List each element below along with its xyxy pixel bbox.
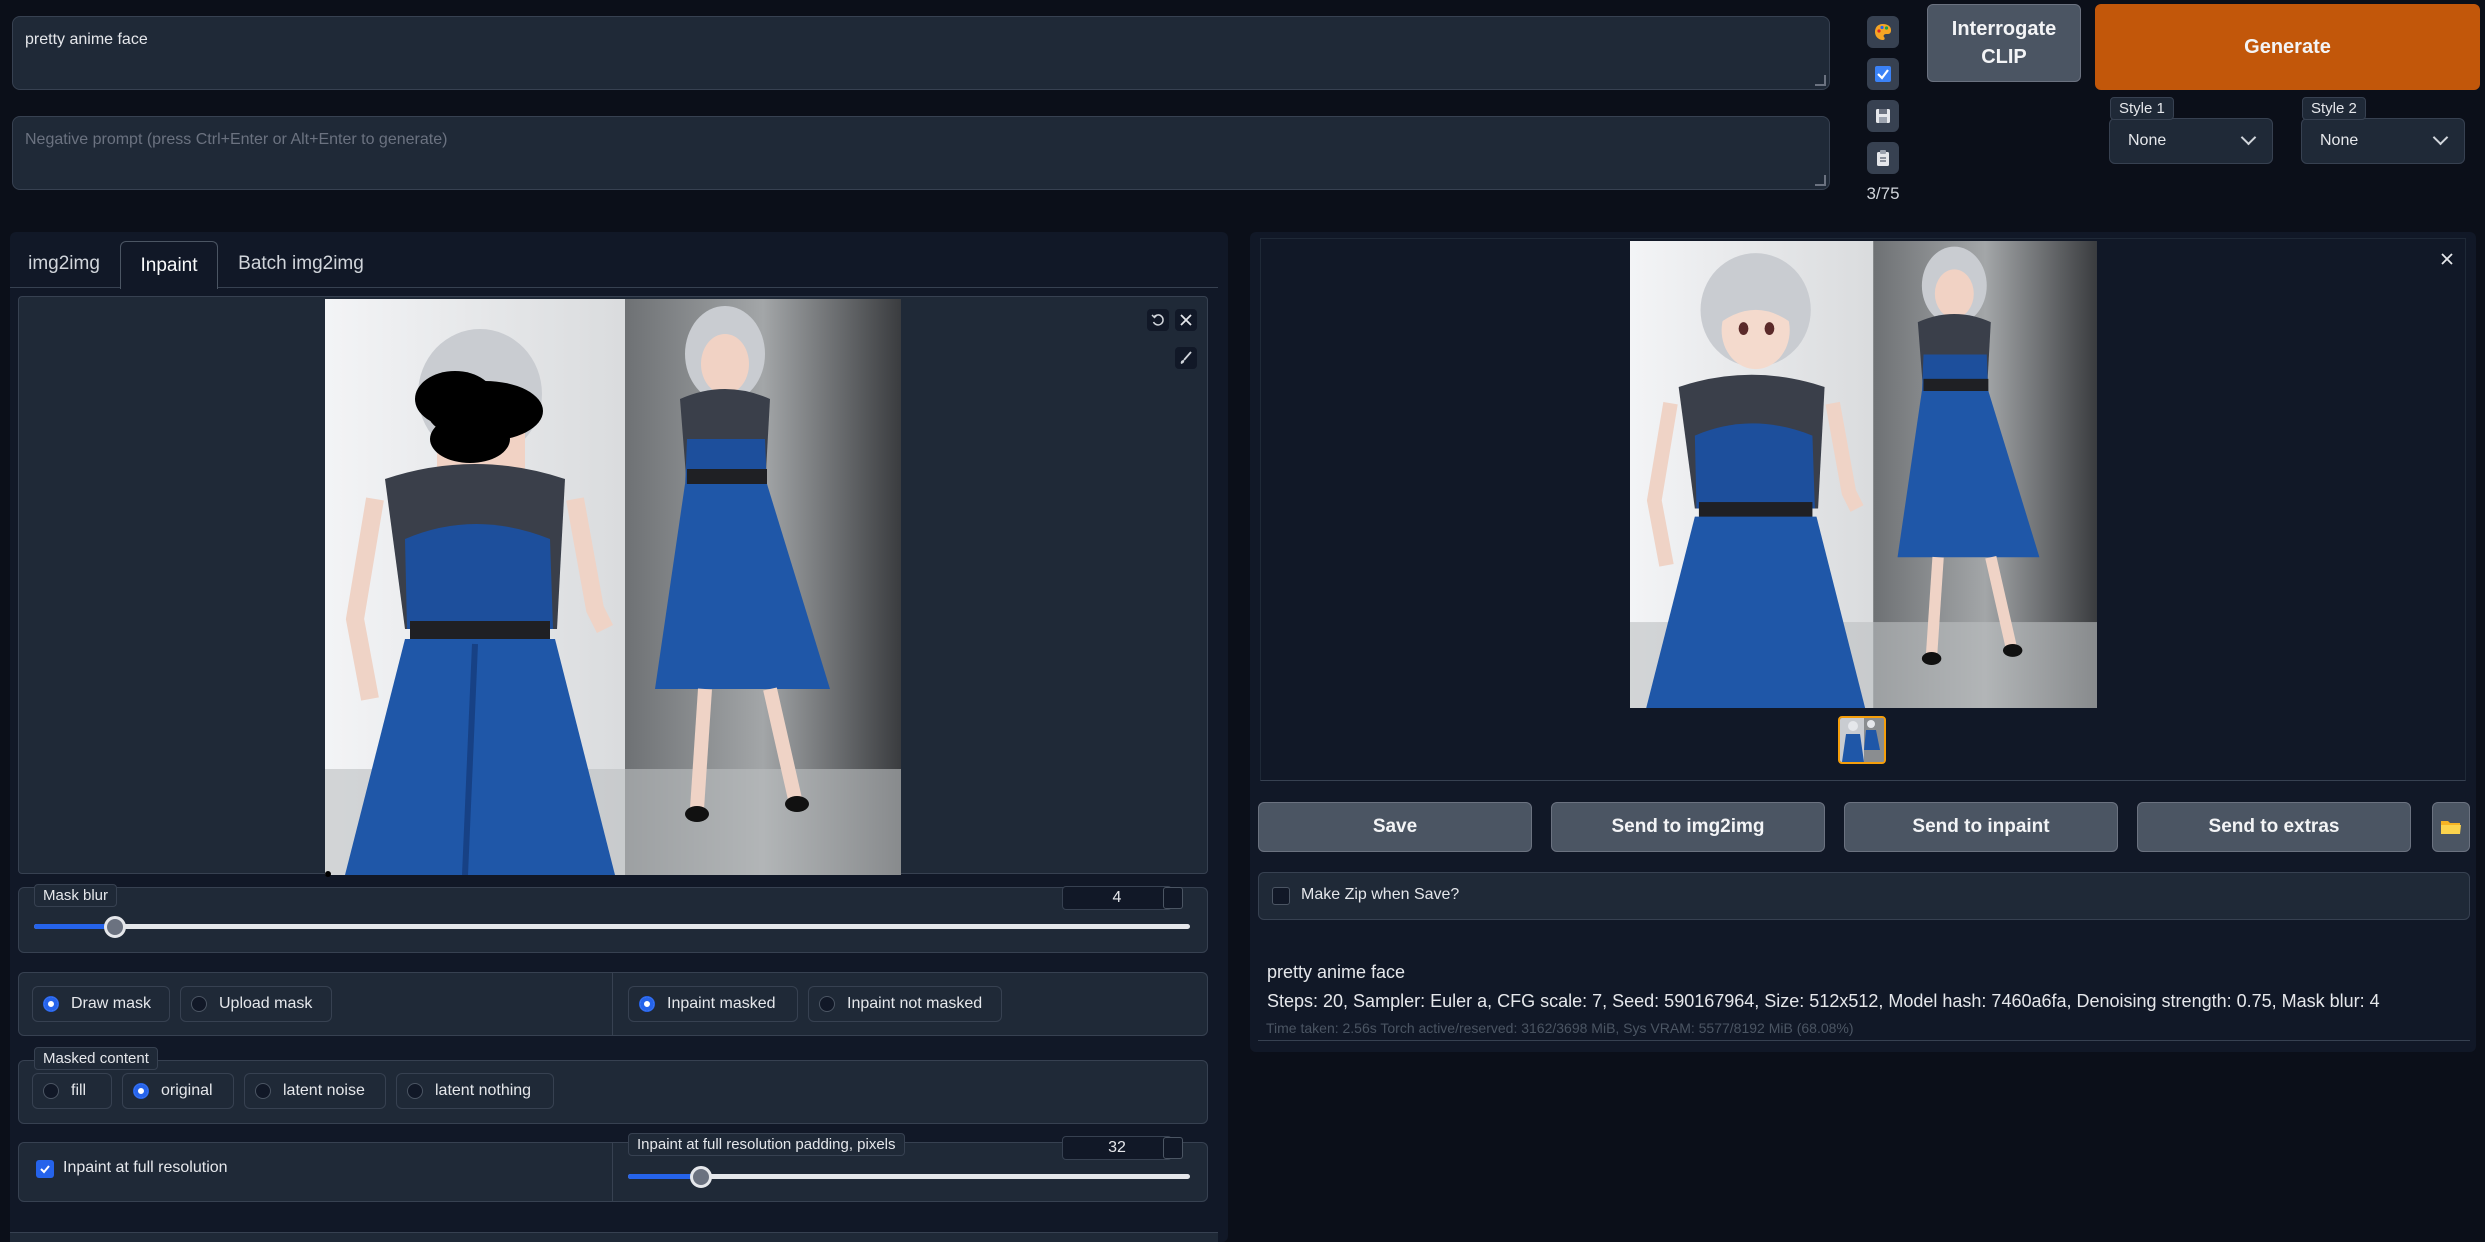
radio-label: Inpaint masked (667, 995, 776, 1012)
clipboard-icon (1877, 150, 1889, 166)
padding-spinner[interactable] (1163, 1137, 1183, 1159)
send-to-img2img-button[interactable]: Send to img2img (1551, 802, 1825, 852)
folder-icon (2441, 821, 2461, 834)
resize-handle-icon[interactable] (1815, 175, 1826, 186)
padding-slider-thumb[interactable] (690, 1166, 713, 1188)
token-counter: 3/75 (1866, 184, 1900, 203)
style1-select[interactable]: None (2109, 118, 2273, 164)
full-res-label: Inpaint at full resolution (63, 1159, 228, 1176)
style1-label: Style 1 (2110, 97, 2174, 120)
output-params-text: Steps: 20, Sampler: Euler a, CFG scale: … (1267, 991, 2380, 1011)
tab-img2img[interactable]: img2img (14, 241, 114, 287)
brush-icon (1180, 351, 1192, 364)
radio-indicator (255, 1083, 271, 1099)
radio-latent-noise[interactable]: latent noise (244, 1073, 386, 1109)
output-image[interactable] (1630, 241, 2097, 708)
radio-label: latent noise (283, 1082, 365, 1099)
radio-inpaint-masked[interactable]: Inpaint masked (628, 986, 798, 1022)
radio-label: latent nothing (435, 1082, 532, 1099)
save-style-button[interactable] (1867, 100, 1899, 132)
padding-label: Inpaint at full resolution padding, pixe… (628, 1133, 905, 1156)
undo-icon (1151, 314, 1164, 326)
palette-icon (1875, 24, 1891, 40)
interrogate-clip-button[interactable]: Interrogate CLIP (1927, 4, 2081, 82)
mask-blur-slider-thumb[interactable] (103, 916, 126, 938)
close-icon (1180, 314, 1192, 326)
clear-image-button[interactable] (1175, 309, 1197, 331)
prompt-text: pretty anime face (25, 31, 148, 48)
radio-indicator (43, 1083, 59, 1099)
checkbox-icon (1875, 66, 1891, 82)
radio-indicator (191, 996, 207, 1012)
negative-prompt-placeholder: Negative prompt (press Ctrl+Enter or Alt… (25, 131, 448, 148)
radio-label: Draw mask (71, 995, 152, 1012)
send-to-extras-button[interactable]: Send to extras (2137, 802, 2411, 852)
make-zip-label: Make Zip when Save? (1301, 886, 1460, 903)
resize-handle-icon[interactable] (1815, 75, 1826, 86)
open-folder-button[interactable] (2432, 802, 2470, 852)
brush-button[interactable] (1175, 347, 1197, 369)
next-section (10, 1232, 1218, 1242)
radio-indicator (639, 996, 655, 1012)
padding-number[interactable]: 32 (1062, 1136, 1172, 1160)
radio-label: fill (71, 1082, 87, 1099)
negative-prompt-input[interactable]: Negative prompt (press Ctrl+Enter or Alt… (12, 116, 1830, 190)
save-icon (1876, 109, 1890, 123)
radio-label: Inpaint not masked (847, 995, 983, 1012)
full-res-checkbox[interactable] (36, 1160, 54, 1178)
checkbox-toggle-button[interactable] (1867, 58, 1899, 90)
mask-blur-block (18, 887, 1208, 953)
radio-indicator (407, 1083, 423, 1099)
timing-text: Time taken: 2.56s Torch active/reserved:… (1266, 1020, 1854, 1036)
thumbnail-image (1840, 718, 1884, 762)
chevron-down-icon (2432, 129, 2449, 146)
close-icon (2441, 253, 2453, 265)
radio-upload-mask[interactable]: Upload mask (180, 986, 332, 1022)
radio-draw-mask[interactable]: Draw mask (32, 986, 170, 1022)
style1-value: None (2128, 132, 2167, 149)
brush-cursor (325, 871, 331, 877)
prompt-input[interactable]: pretty anime face (12, 16, 1830, 90)
mask-blur-spinner[interactable] (1163, 887, 1183, 909)
masked-content-label: Masked content (34, 1047, 158, 1070)
radio-indicator (133, 1083, 149, 1099)
close-gallery-button[interactable] (2440, 252, 2454, 266)
style2-label: Style 2 (2302, 97, 2366, 120)
mask-blur-label: Mask blur (34, 884, 118, 907)
tab-batch-img2img[interactable]: Batch img2img (226, 241, 376, 287)
save-button[interactable]: Save (1258, 802, 1532, 852)
generate-button[interactable]: Generate (2095, 4, 2480, 90)
style2-value: None (2320, 132, 2359, 149)
inpaint-source-image (325, 299, 901, 875)
make-zip-checkbox[interactable] (1272, 887, 1290, 905)
check-icon (40, 1165, 50, 1174)
divider (612, 972, 613, 1036)
radio-latent-nothing[interactable]: latent nothing (396, 1073, 554, 1109)
inpaint-canvas[interactable] (18, 296, 1208, 877)
gallery-thumbnail[interactable] (1838, 716, 1886, 764)
radio-inpaint-not-masked[interactable]: Inpaint not masked (808, 986, 1002, 1022)
undo-button[interactable] (1147, 309, 1169, 331)
radio-indicator (43, 996, 59, 1012)
divider (612, 1142, 613, 1202)
palette-button[interactable] (1867, 16, 1899, 48)
padding-slider[interactable] (628, 1174, 1190, 1179)
paste-button[interactable] (1867, 142, 1899, 174)
mask-blur-slider[interactable] (34, 924, 1190, 929)
radio-label: original (161, 1082, 213, 1099)
divider (1258, 1040, 2470, 1041)
radio-label: Upload mask (219, 995, 313, 1012)
radio-indicator (819, 996, 835, 1012)
radio-fill[interactable]: fill (32, 1073, 112, 1109)
tab-inpaint[interactable]: Inpaint (120, 241, 218, 289)
output-prompt-text: pretty anime face (1267, 962, 1406, 982)
send-to-inpaint-button[interactable]: Send to inpaint (1844, 802, 2118, 852)
style2-select[interactable]: None (2301, 118, 2465, 164)
chevron-down-icon (2240, 129, 2257, 146)
mask-blur-number[interactable]: 4 (1062, 886, 1172, 910)
radio-original[interactable]: original (122, 1073, 234, 1109)
mask-blur-slider-fill (34, 924, 115, 929)
